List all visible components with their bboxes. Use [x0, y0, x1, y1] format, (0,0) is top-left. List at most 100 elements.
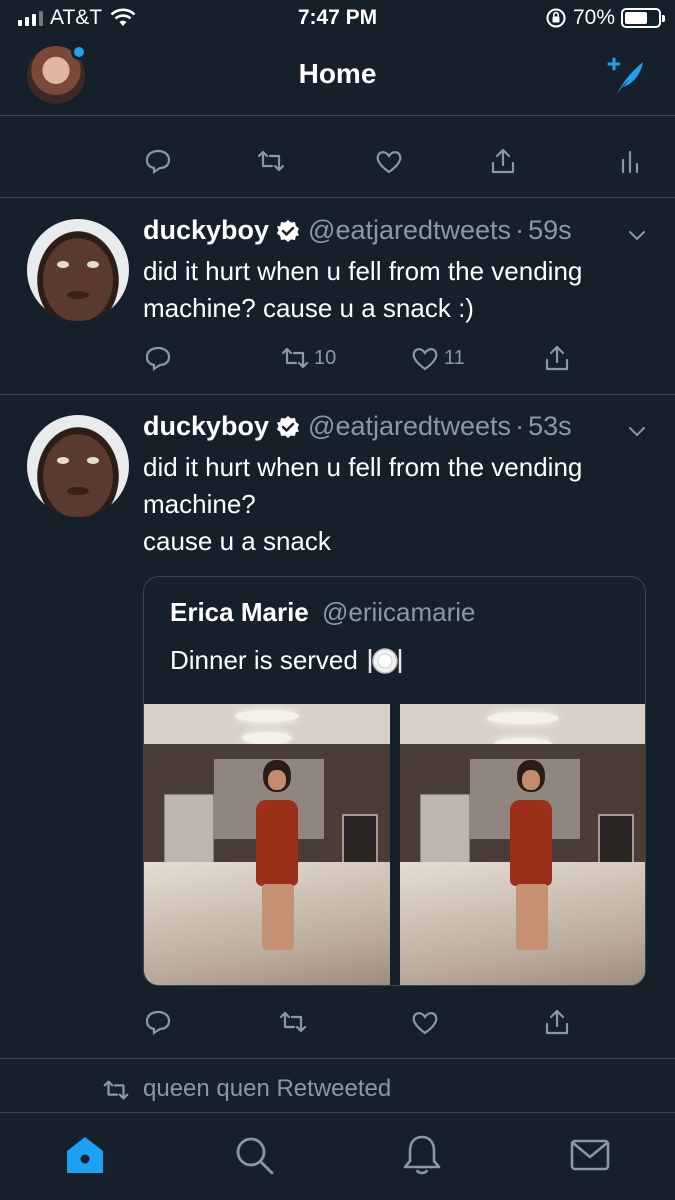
search-icon[interactable] [232, 1133, 276, 1177]
photo-oven [598, 814, 634, 864]
person-legs [262, 884, 294, 950]
page-title: Home [298, 58, 377, 89]
retweet-context[interactable]: queen quen Retweeted [0, 1072, 675, 1108]
avatar-mouth [67, 291, 89, 299]
reply-icon [145, 1010, 171, 1036]
photo-person [508, 760, 554, 950]
reply-icon [145, 149, 171, 175]
separator-dot: · [515, 215, 525, 245]
like-button[interactable] [410, 1007, 440, 1037]
bottom-tab-bar [0, 1112, 675, 1200]
pendant-lamp [242, 732, 292, 744]
person-legs [516, 884, 548, 950]
tweet-text-line: did it hurt when u fell from the vending [143, 452, 583, 482]
share-button[interactable] [542, 343, 572, 373]
retweet-button[interactable] [256, 146, 286, 176]
photo-person [254, 760, 300, 950]
tweet-avatar[interactable] [27, 219, 129, 321]
person-face [522, 770, 540, 790]
like-count: 11 [444, 346, 465, 369]
avatar-mouth [67, 487, 89, 495]
heart-icon [412, 1012, 438, 1035]
like-button[interactable]: 11 [410, 343, 465, 373]
like-button[interactable] [374, 146, 404, 176]
reply-icon [145, 346, 171, 372]
reply-button[interactable] [143, 146, 173, 176]
photo-fridge [164, 794, 214, 864]
share-button[interactable] [488, 146, 518, 176]
retweet-icon [257, 150, 285, 172]
author-handle[interactable]: @eatjaredtweets [308, 411, 511, 442]
home-icon[interactable] [63, 1133, 107, 1177]
separator-dot: · [515, 411, 525, 441]
heart-icon [412, 348, 438, 371]
retweet-icon [103, 1080, 129, 1100]
author-name[interactable]: duckyboy [143, 411, 269, 442]
divider [0, 394, 675, 395]
quoted-tweet-text-row: Dinner is served [170, 645, 404, 676]
compose-tweet-icon[interactable] [603, 54, 649, 100]
battery-fill [625, 12, 648, 24]
divider [0, 197, 675, 198]
retweet-button[interactable] [278, 1007, 308, 1037]
share-icon [491, 148, 515, 174]
retweet-icon [281, 347, 309, 369]
tweet-actions: 10 11 [0, 343, 675, 383]
messages-icon[interactable] [568, 1133, 612, 1177]
quoted-author-name: Erica Marie [170, 597, 309, 627]
pendant-lamp [235, 710, 299, 722]
orientation-lock-icon [546, 8, 566, 28]
tweet-avatar[interactable] [27, 415, 129, 517]
heart-icon [376, 151, 402, 174]
retweeted-by-label: queen quen Retweeted [143, 1075, 392, 1102]
chevron-down-icon[interactable] [625, 223, 649, 247]
tweet-text: did it hurt when u fell from the vending… [143, 256, 583, 323]
retweet-button[interactable]: 10 [280, 343, 336, 373]
share-button[interactable] [542, 1007, 572, 1037]
tweet-actions [0, 1007, 675, 1047]
tweet-actions-partial [0, 146, 675, 186]
tweet-text-line: cause u a snack [143, 526, 331, 556]
battery-icon [621, 8, 665, 28]
share-icon [545, 345, 569, 371]
photo-oven [342, 814, 378, 864]
timestamp: 53s [528, 411, 572, 441]
person-dress [256, 800, 298, 886]
tweet-header: duckyboy @eatjaredtweets · 53s [143, 411, 572, 442]
person-face [268, 770, 286, 790]
pendant-lamp [487, 712, 559, 724]
quoted-photo-2[interactable] [400, 704, 645, 985]
tweet-header: duckyboy @eatjaredtweets · 59s [143, 215, 572, 246]
battery-percent: 70% [572, 6, 615, 29]
avatar-eyes [57, 457, 99, 465]
author-handle[interactable]: @eatjaredtweets [308, 215, 511, 246]
author-name[interactable]: duckyboy [143, 215, 269, 246]
quoted-tweet-card[interactable]: Erica Marie @eriicamarie Dinner is serve… [143, 576, 646, 986]
plate-cutlery-icon [368, 647, 402, 674]
reply-button[interactable] [143, 343, 173, 373]
quoted-photo-1[interactable] [144, 704, 390, 985]
chevron-down-icon[interactable] [625, 419, 649, 443]
quoted-author-handle: @eriicamarie [321, 597, 476, 627]
quoted-tweet-text: Dinner is served [170, 645, 358, 675]
tweet-text-line: machine? [143, 489, 256, 519]
reply-button[interactable] [143, 1007, 173, 1037]
verified-badge-icon [277, 415, 300, 438]
retweet-count: 10 [314, 346, 337, 369]
person-dress [510, 800, 552, 886]
status-right: 70% [545, 6, 665, 30]
status-bar: AT&T 7:47 PM 70% [0, 0, 675, 36]
share-icon [545, 1009, 569, 1035]
top-nav-bar: Home [0, 36, 675, 116]
verified-badge-icon [277, 219, 300, 242]
notifications-icon[interactable] [400, 1133, 444, 1177]
quoted-tweet-header: Erica Marie @eriicamarie [170, 597, 476, 628]
analytics-icon [621, 150, 639, 174]
avatar-eyes [57, 261, 99, 269]
analytics-button[interactable] [615, 146, 645, 176]
photo-fridge [420, 794, 470, 864]
timestamp: 59s [528, 215, 572, 245]
tweet-text: did it hurt when u fell from the vending… [143, 449, 653, 560]
retweet-icon [279, 1011, 307, 1033]
divider [0, 1058, 675, 1059]
